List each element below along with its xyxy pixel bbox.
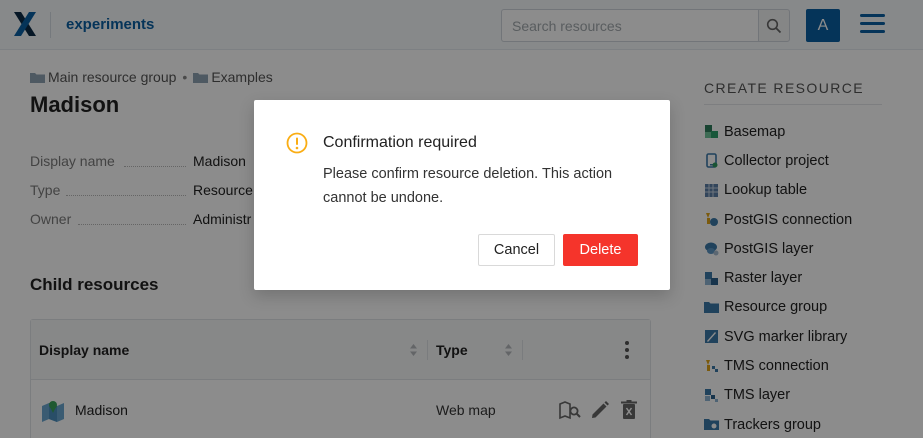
confirmation-dialog: Confirmation required Please confirm res… xyxy=(254,100,670,290)
dialog-title: Confirmation required xyxy=(323,134,477,151)
dialog-message: Please confirm resource deletion. This a… xyxy=(323,166,613,206)
warning-icon xyxy=(286,132,308,154)
cancel-button[interactable]: Cancel xyxy=(478,234,555,266)
delete-button[interactable]: Delete xyxy=(563,234,638,266)
